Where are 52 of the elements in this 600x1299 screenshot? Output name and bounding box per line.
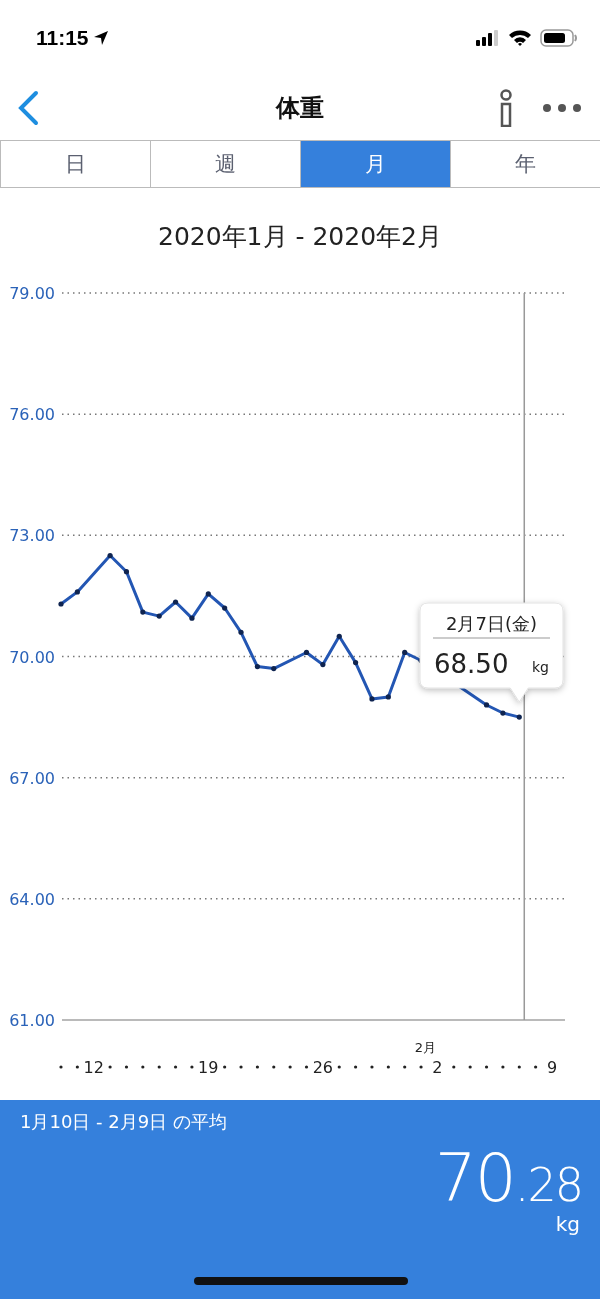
data-point (500, 710, 506, 716)
more-icon[interactable] (542, 102, 582, 113)
average-value: 70.28 (434, 1146, 582, 1212)
data-point (123, 569, 130, 575)
data-point (385, 694, 391, 700)
data-point (238, 629, 244, 635)
battery-icon (540, 28, 578, 47)
y-axis-label: 73.00 (9, 526, 55, 546)
tooltip-date: 2月7日(金) (446, 613, 537, 634)
wifi-icon (508, 29, 532, 46)
period-tab[interactable]: 月 (300, 141, 450, 187)
info-icon[interactable] (498, 88, 514, 127)
x-axis-label: 26 (312, 1058, 334, 1077)
average-period-label: 1月10日 - 2月9日 の平均 (20, 1110, 228, 1134)
data-point (353, 659, 359, 666)
x-axis-label: 12 (83, 1058, 104, 1077)
tooltip-unit: kg (532, 659, 549, 675)
x-axis-label: 19 (198, 1058, 219, 1077)
location-arrow-icon (92, 29, 109, 46)
x-axis-label: 9 (546, 1058, 558, 1077)
data-point (107, 552, 113, 559)
y-axis-label: 76.00 (9, 405, 55, 425)
data-point (303, 649, 310, 656)
clock-time: 11:15 (36, 25, 89, 50)
data-point (483, 702, 490, 708)
data-point (74, 589, 80, 595)
month-label: 2月 (414, 1040, 437, 1055)
data-point (205, 591, 211, 597)
data-point (222, 605, 228, 611)
average-unit: kg (555, 1212, 580, 1236)
data-point (172, 599, 179, 605)
tooltip-value: 68.50 (434, 649, 509, 679)
data-point (140, 609, 146, 615)
data-point (320, 662, 326, 668)
data-point (516, 714, 522, 720)
y-axis-label: 64.00 (9, 889, 55, 909)
y-axis-label: 67.00 (9, 768, 55, 788)
data-point (336, 633, 342, 639)
y-axis-label: 70.00 (9, 647, 55, 667)
data-point (254, 664, 260, 670)
screen-title: 体重 (276, 93, 324, 122)
data-point (189, 615, 195, 621)
data-point (156, 613, 162, 619)
data-point (402, 649, 408, 656)
data-point (58, 601, 64, 607)
data-point (271, 666, 277, 672)
data-point (369, 696, 375, 702)
signal-icon (476, 29, 500, 46)
y-axis-label: 61.00 (9, 1011, 55, 1030)
y-axis-label: 79.00 (9, 284, 55, 303)
x-axis-label: 2 (432, 1058, 443, 1077)
chart-title: 2020年1月 - 2020年2月 (158, 222, 442, 251)
